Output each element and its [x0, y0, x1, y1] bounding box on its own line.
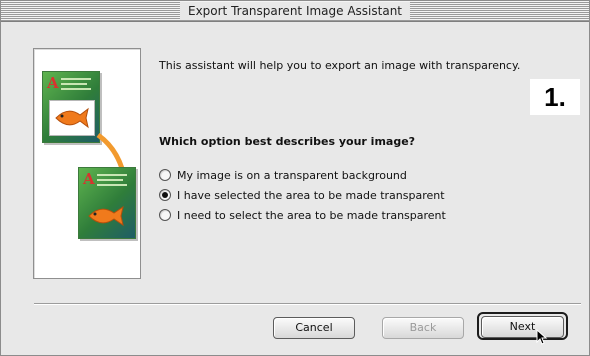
document-letter: A: [47, 74, 59, 92]
cancel-button[interactable]: Cancel: [273, 317, 355, 339]
radio-label: I need to select the area to be made tra…: [177, 208, 446, 222]
assistant-window: Export Transparent Image Assistant A A T…: [0, 0, 590, 356]
divider: [34, 303, 581, 305]
radio-label: My image is on a transparent background: [177, 168, 407, 182]
radio-button[interactable]: [159, 209, 171, 221]
question-text: Which option best describes your image?: [159, 135, 416, 148]
radio-label: I have selected the area to be made tran…: [177, 188, 445, 202]
next-button[interactable]: Next: [481, 316, 564, 338]
window-title: Export Transparent Image Assistant: [179, 2, 411, 20]
illustration-panel: A A: [33, 48, 141, 279]
title-bar[interactable]: Export Transparent Image Assistant: [1, 1, 589, 22]
document-after-icon: A: [78, 167, 136, 239]
radio-button[interactable]: [159, 169, 171, 181]
radio-button-selected[interactable]: [159, 189, 171, 201]
intro-text: This assistant will help you to export a…: [159, 59, 521, 72]
radio-option-area-selected[interactable]: I have selected the area to be made tran…: [159, 187, 445, 203]
transparent-fish-icon: [88, 205, 124, 227]
default-button-ring: Next: [477, 312, 568, 340]
fish-image-icon: [49, 100, 95, 136]
back-button[interactable]: Back: [382, 317, 464, 339]
radio-option-need-to-select[interactable]: I need to select the area to be made tra…: [159, 207, 446, 223]
radio-option-transparent-background[interactable]: My image is on a transparent background: [159, 167, 407, 183]
step-number-label: 1.: [530, 79, 580, 115]
pointer-cursor-icon: [536, 329, 548, 345]
document-letter: A: [83, 170, 95, 188]
